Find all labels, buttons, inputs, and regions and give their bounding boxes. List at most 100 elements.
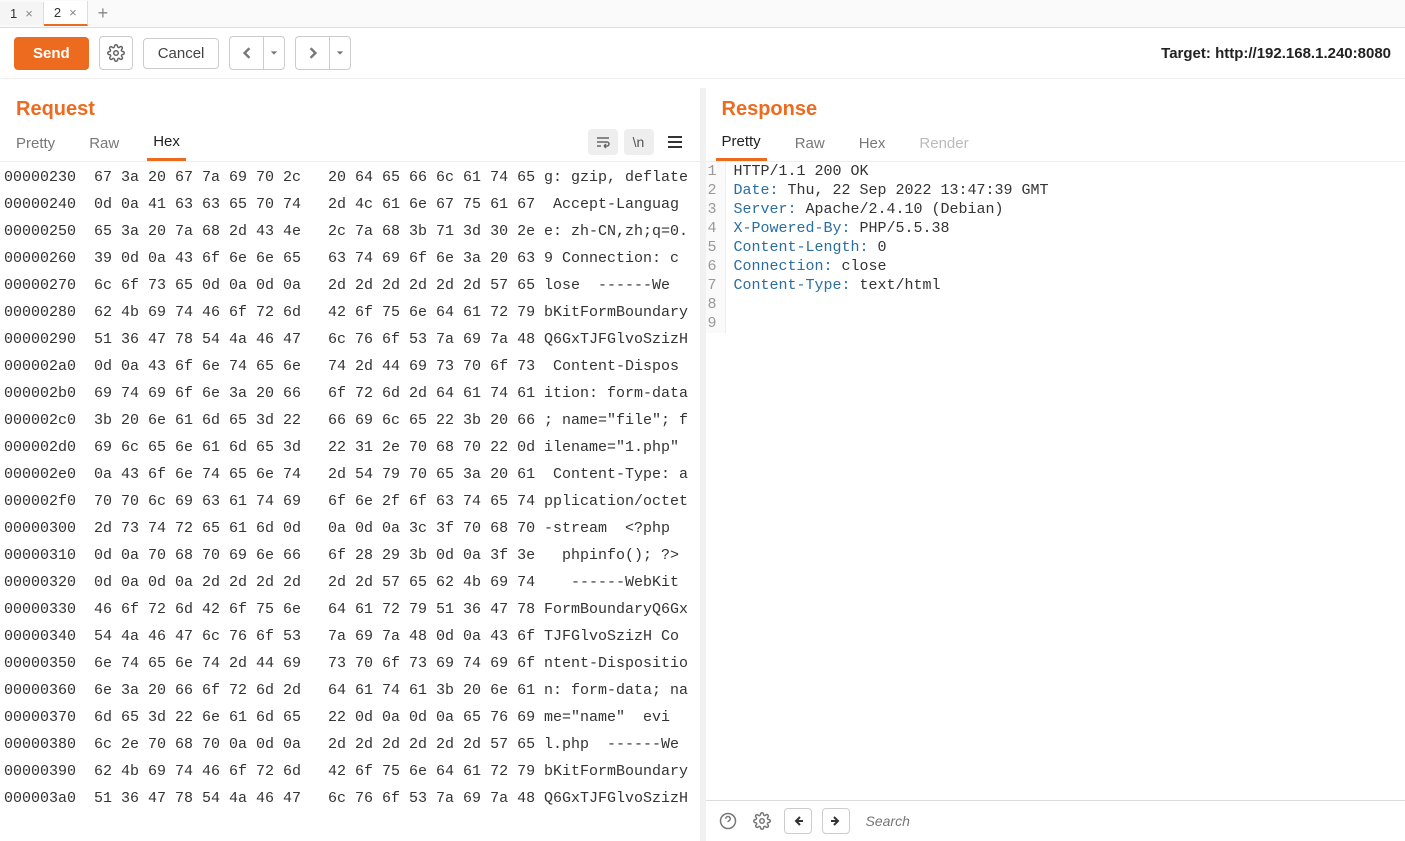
wrap-toggle[interactable] bbox=[588, 129, 618, 155]
send-button[interactable]: Send bbox=[14, 37, 89, 70]
hex-offset: 000002b0 bbox=[4, 380, 94, 407]
hex-row[interactable]: 0000026039 0d 0a 43 6f 6e 6e 65 63 74 69… bbox=[4, 245, 696, 272]
response-line[interactable]: 6Connection: close bbox=[706, 257, 1405, 276]
search-prev-button[interactable] bbox=[784, 808, 812, 834]
hamburger-menu[interactable] bbox=[660, 129, 690, 155]
hex-row[interactable]: 000002b069 74 69 6f 6e 3a 20 66 6f 72 6d… bbox=[4, 380, 696, 407]
response-line[interactable]: 1HTTP/1.1 200 OK bbox=[706, 162, 1405, 181]
response-line[interactable]: 9 bbox=[706, 314, 1405, 333]
tab-pretty[interactable]: Pretty bbox=[716, 123, 767, 161]
request-pane: Request Pretty Raw Hex \n 0000023067 3a … bbox=[0, 88, 706, 841]
hex-bytes: 69 6c 65 6e 61 6d 65 3d 22 31 2e 70 68 7… bbox=[94, 434, 534, 461]
line-code: Content-Type: text/html bbox=[726, 276, 941, 295]
hex-bytes: 54 4a 46 47 6c 76 6f 53 7a 69 7a 48 0d 0… bbox=[94, 623, 534, 650]
response-line[interactable]: 7Content-Type: text/html bbox=[706, 276, 1405, 295]
caret-down-icon bbox=[336, 49, 344, 57]
hex-bytes: 62 4b 69 74 46 6f 72 6d 42 6f 75 6e 64 6… bbox=[94, 758, 534, 785]
hex-row[interactable]: 000003002d 73 74 72 65 61 6d 0d 0a 0d 0a… bbox=[4, 515, 696, 542]
hex-view[interactable]: 0000023067 3a 20 67 7a 69 70 2c 20 64 65… bbox=[0, 162, 700, 841]
hex-row[interactable]: 000002400d 0a 41 63 63 65 70 74 2d 4c 61… bbox=[4, 191, 696, 218]
tab-hex[interactable]: Hex bbox=[853, 125, 892, 160]
cancel-button[interactable]: Cancel bbox=[143, 38, 220, 69]
line-code: Content-Length: 0 bbox=[726, 238, 887, 257]
hex-row[interactable]: 0000034054 4a 46 47 6c 76 6f 53 7a 69 7a… bbox=[4, 623, 696, 650]
response-pane: Response Pretty Raw Hex Render 1HTTP/1.1… bbox=[706, 88, 1405, 841]
target-label: Target: http://192.168.1.240:8080 bbox=[1161, 45, 1391, 62]
tab-1[interactable]: 1× bbox=[0, 2, 44, 25]
hex-ascii: ntent-Dispositio bbox=[534, 650, 688, 677]
hex-bytes: 6e 3a 20 66 6f 72 6d 2d 64 61 74 61 3b 2… bbox=[94, 677, 534, 704]
hex-offset: 00000230 bbox=[4, 164, 94, 191]
nav-back-menu[interactable] bbox=[263, 36, 285, 70]
tab-label: 2 bbox=[54, 5, 61, 20]
add-tab-button[interactable]: + bbox=[88, 0, 119, 28]
hex-bytes: 0d 0a 41 63 63 65 70 74 2d 4c 61 6e 67 7… bbox=[94, 191, 534, 218]
nav-fwd-group bbox=[295, 36, 351, 70]
gear-icon bbox=[107, 44, 125, 62]
tab-raw[interactable]: Raw bbox=[789, 125, 831, 160]
line-number: 3 bbox=[706, 200, 726, 219]
hex-row[interactable]: 000002c03b 20 6e 61 6d 65 3d 22 66 69 6c… bbox=[4, 407, 696, 434]
show-nonprint-toggle[interactable]: \n bbox=[624, 129, 654, 155]
hex-row[interactable]: 000003606e 3a 20 66 6f 72 6d 2d 64 61 74… bbox=[4, 677, 696, 704]
nav-fwd-menu[interactable] bbox=[329, 36, 351, 70]
hex-row[interactable]: 000003506e 74 65 6e 74 2d 44 69 73 70 6f… bbox=[4, 650, 696, 677]
hex-row[interactable]: 000003a051 36 47 78 54 4a 46 47 6c 76 6f… bbox=[4, 785, 696, 812]
hex-offset: 000002d0 bbox=[4, 434, 94, 461]
hex-offset: 00000330 bbox=[4, 596, 94, 623]
tab-raw[interactable]: Raw bbox=[83, 125, 125, 160]
response-line[interactable]: 5Content-Length: 0 bbox=[706, 238, 1405, 257]
search-next-button[interactable] bbox=[822, 808, 850, 834]
settings-button[interactable] bbox=[99, 36, 133, 70]
hex-ascii: -stream <?php bbox=[534, 515, 670, 542]
hex-row[interactable]: 000002706c 6f 73 65 0d 0a 0d 0a 2d 2d 2d… bbox=[4, 272, 696, 299]
hex-bytes: 0d 0a 0d 0a 2d 2d 2d 2d 2d 2d 57 65 62 4… bbox=[94, 569, 534, 596]
hex-ascii: Q6GxTJFGlvoSzizH bbox=[534, 326, 688, 353]
response-line[interactable]: 8 bbox=[706, 295, 1405, 314]
help-button[interactable] bbox=[716, 809, 740, 833]
response-view[interactable]: 1HTTP/1.1 200 OK2Date: Thu, 22 Sep 2022 … bbox=[706, 162, 1405, 800]
line-number: 1 bbox=[706, 162, 726, 181]
hex-row[interactable]: 0000028062 4b 69 74 46 6f 72 6d 42 6f 75… bbox=[4, 299, 696, 326]
close-icon[interactable]: × bbox=[25, 6, 33, 21]
response-footer bbox=[706, 800, 1405, 841]
hex-offset: 000003a0 bbox=[4, 785, 94, 812]
tab-render[interactable]: Render bbox=[913, 125, 974, 160]
line-number: 5 bbox=[706, 238, 726, 257]
hex-offset: 000002e0 bbox=[4, 461, 94, 488]
nav-fwd-button[interactable] bbox=[295, 36, 329, 70]
response-line[interactable]: 2Date: Thu, 22 Sep 2022 13:47:39 GMT bbox=[706, 181, 1405, 200]
target-url: http://192.168.1.240:8080 bbox=[1215, 45, 1391, 62]
settings-button[interactable] bbox=[750, 809, 774, 833]
hex-row[interactable]: 000003100d 0a 70 68 70 69 6e 66 6f 28 29… bbox=[4, 542, 696, 569]
hex-row[interactable]: 000003200d 0a 0d 0a 2d 2d 2d 2d 2d 2d 57… bbox=[4, 569, 696, 596]
nav-back-button[interactable] bbox=[229, 36, 263, 70]
hex-row[interactable]: 0000025065 3a 20 7a 68 2d 43 4e 2c 7a 68… bbox=[4, 218, 696, 245]
hex-ascii: phpinfo(); ?> bbox=[534, 542, 679, 569]
response-line[interactable]: 3Server: Apache/2.4.10 (Debian) bbox=[706, 200, 1405, 219]
hex-row[interactable]: 000003706d 65 3d 22 6e 61 6d 65 22 0d 0a… bbox=[4, 704, 696, 731]
close-icon[interactable]: × bbox=[69, 5, 77, 20]
hex-row[interactable]: 0000029051 36 47 78 54 4a 46 47 6c 76 6f… bbox=[4, 326, 696, 353]
hex-bytes: 6d 65 3d 22 6e 61 6d 65 22 0d 0a 0d 0a 6… bbox=[94, 704, 534, 731]
search-input[interactable] bbox=[860, 807, 1396, 835]
hex-offset: 00000320 bbox=[4, 569, 94, 596]
tab-pretty[interactable]: Pretty bbox=[10, 125, 61, 160]
hex-ascii: Accept-Languag bbox=[534, 191, 679, 218]
request-subtabs: Pretty Raw Hex \n bbox=[0, 123, 700, 162]
response-line[interactable]: 4X-Powered-By: PHP/5.5.38 bbox=[706, 219, 1405, 238]
tab-hex[interactable]: Hex bbox=[147, 123, 186, 161]
hex-row[interactable]: 000003806c 2e 70 68 70 0a 0d 0a 2d 2d 2d… bbox=[4, 731, 696, 758]
hex-offset: 00000270 bbox=[4, 272, 94, 299]
hex-ascii: ; name="file"; f bbox=[534, 407, 688, 434]
hex-row[interactable]: 0000033046 6f 72 6d 42 6f 75 6e 64 61 72… bbox=[4, 596, 696, 623]
hex-ascii: FormBoundaryQ6Gx bbox=[534, 596, 688, 623]
tab-2[interactable]: 2× bbox=[44, 1, 88, 26]
hex-row[interactable]: 000002d069 6c 65 6e 61 6d 65 3d 22 31 2e… bbox=[4, 434, 696, 461]
hex-row[interactable]: 0000023067 3a 20 67 7a 69 70 2c 20 64 65… bbox=[4, 164, 696, 191]
wrap-icon bbox=[595, 135, 611, 149]
hex-row[interactable]: 0000039062 4b 69 74 46 6f 72 6d 42 6f 75… bbox=[4, 758, 696, 785]
hex-row[interactable]: 000002f070 70 6c 69 63 61 74 69 6f 6e 2f… bbox=[4, 488, 696, 515]
hex-row[interactable]: 000002e00a 43 6f 6e 74 65 6e 74 2d 54 79… bbox=[4, 461, 696, 488]
hex-row[interactable]: 000002a00d 0a 43 6f 6e 74 65 6e 74 2d 44… bbox=[4, 353, 696, 380]
